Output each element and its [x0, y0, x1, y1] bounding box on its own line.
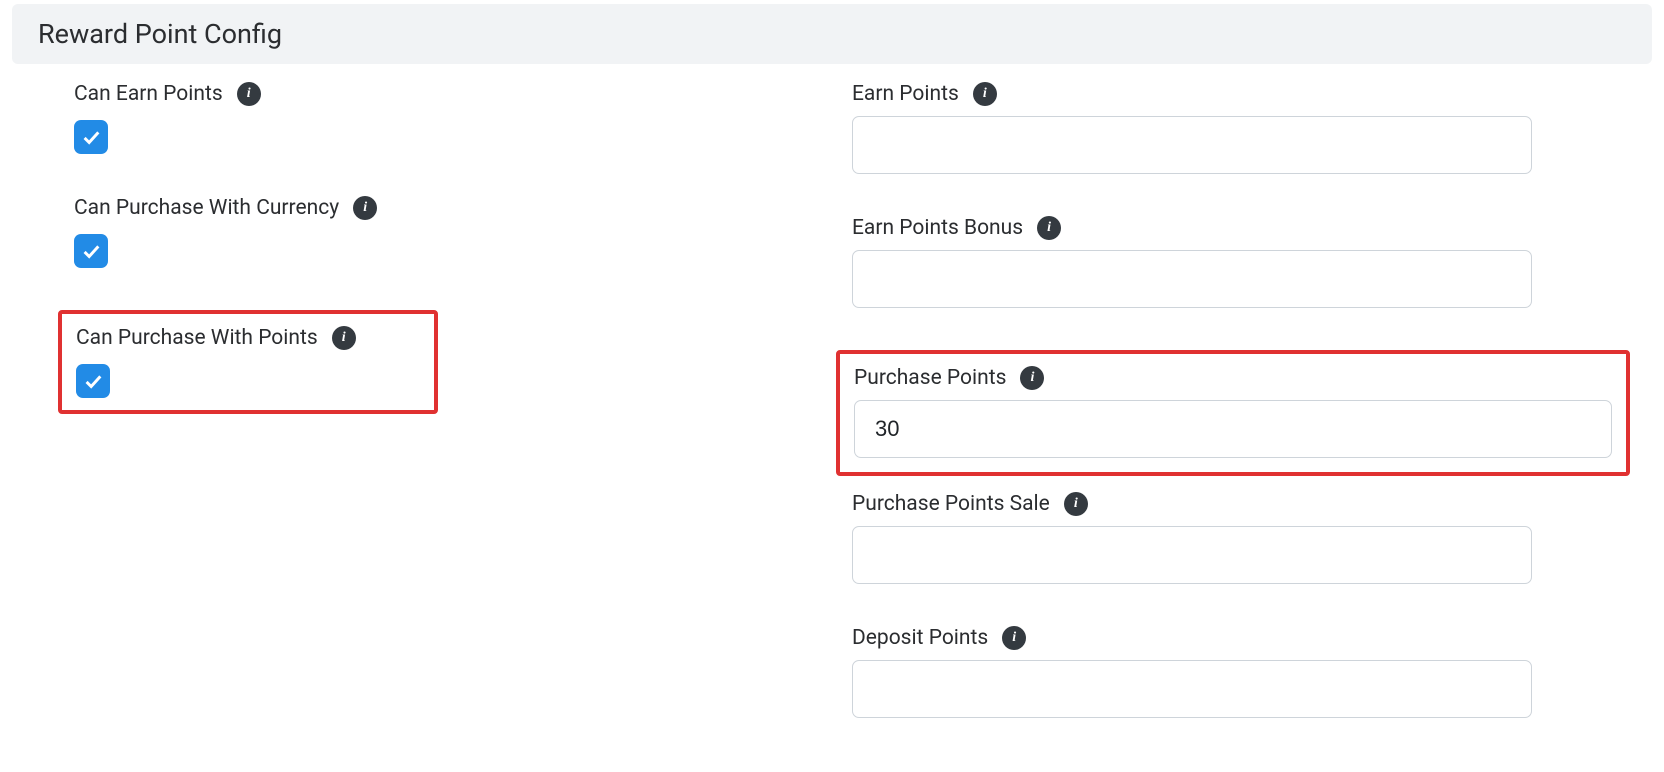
label-row: Earn Points i	[852, 82, 1612, 106]
earn-points-label: Earn Points	[852, 82, 959, 106]
label-row: Can Earn Points i	[74, 82, 812, 106]
info-icon[interactable]: i	[1002, 626, 1026, 650]
earn-points-bonus-input[interactable]	[852, 250, 1532, 308]
deposit-points-input[interactable]	[852, 660, 1532, 718]
purchase-points-sale-label: Purchase Points Sale	[852, 492, 1050, 516]
info-icon[interactable]: i	[1064, 492, 1088, 516]
field-purchase-points-sale: Purchase Points Sale i	[852, 492, 1612, 584]
section-header: Reward Point Config	[12, 4, 1652, 64]
right-column: Earn Points i Earn Points Bonus i Purcha…	[832, 82, 1652, 760]
can-earn-points-label: Can Earn Points	[74, 82, 223, 106]
check-icon	[80, 240, 102, 262]
earn-points-input[interactable]	[852, 116, 1532, 174]
can-purchase-points-checkbox[interactable]	[76, 364, 110, 398]
info-icon[interactable]: i	[973, 82, 997, 106]
field-can-purchase-points: Can Purchase With Points i	[76, 326, 420, 398]
can-purchase-points-label: Can Purchase With Points	[76, 326, 318, 350]
info-icon[interactable]: i	[1037, 216, 1061, 240]
can-purchase-currency-checkbox[interactable]	[74, 234, 108, 268]
field-purchase-points: Purchase Points i	[854, 366, 1612, 458]
purchase-points-sale-input[interactable]	[852, 526, 1532, 584]
field-can-earn-points: Can Earn Points i	[74, 82, 812, 154]
label-row: Deposit Points i	[852, 626, 1612, 650]
deposit-points-label: Deposit Points	[852, 626, 988, 650]
form-grid: Can Earn Points i Can Purchase With Curr…	[12, 64, 1652, 760]
field-deposit-points: Deposit Points i	[852, 626, 1612, 718]
can-purchase-currency-label: Can Purchase With Currency	[74, 196, 339, 220]
info-icon[interactable]: i	[353, 196, 377, 220]
check-icon	[80, 126, 102, 148]
label-row: Purchase Points Sale i	[852, 492, 1612, 516]
check-icon	[82, 370, 104, 392]
label-row: Can Purchase With Points i	[76, 326, 420, 350]
section-title: Reward Point Config	[38, 18, 282, 50]
field-earn-points-bonus: Earn Points Bonus i	[852, 216, 1612, 308]
label-row: Purchase Points i	[854, 366, 1612, 390]
purchase-points-label: Purchase Points	[854, 366, 1006, 390]
label-row: Can Purchase With Currency i	[74, 196, 812, 220]
label-row: Earn Points Bonus i	[852, 216, 1612, 240]
info-icon[interactable]: i	[332, 326, 356, 350]
purchase-points-input[interactable]	[854, 400, 1612, 458]
left-column: Can Earn Points i Can Purchase With Curr…	[12, 82, 832, 760]
highlight-can-purchase-points: Can Purchase With Points i	[58, 310, 438, 414]
highlight-purchase-points: Purchase Points i	[836, 350, 1630, 476]
can-earn-points-checkbox[interactable]	[74, 120, 108, 154]
info-icon[interactable]: i	[237, 82, 261, 106]
field-earn-points: Earn Points i	[852, 82, 1612, 174]
info-icon[interactable]: i	[1020, 366, 1044, 390]
earn-points-bonus-label: Earn Points Bonus	[852, 216, 1023, 240]
field-can-purchase-currency: Can Purchase With Currency i	[74, 196, 812, 268]
